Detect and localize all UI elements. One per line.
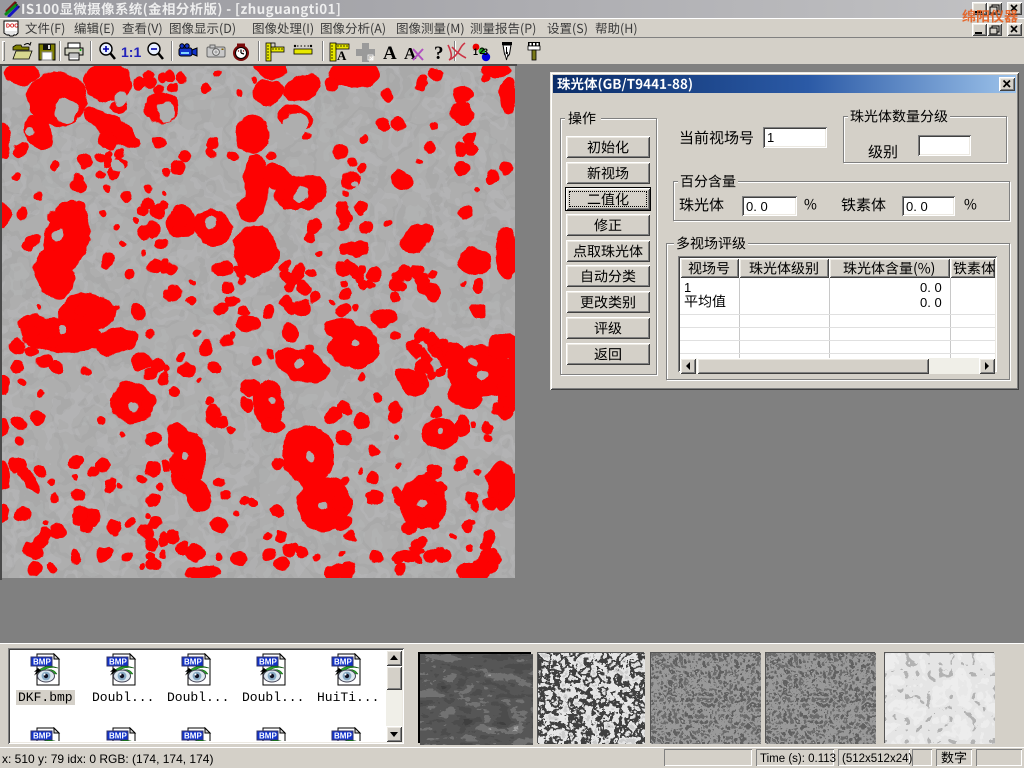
svg-text:BMP: BMP — [109, 658, 127, 667]
svg-text:BMP: BMP — [109, 732, 127, 741]
svg-text:1: 1 — [473, 47, 478, 57]
svg-text:BMP: BMP — [259, 658, 277, 667]
svg-text:BMP: BMP — [334, 732, 352, 741]
svg-text:BMP: BMP — [33, 732, 51, 741]
svg-text:A: A — [383, 43, 397, 63]
svg-text:BMP: BMP — [259, 732, 277, 741]
svg-text:BMP: BMP — [184, 732, 202, 741]
svg-text:A: A — [337, 48, 347, 63]
svg-text:3: 3 — [483, 47, 488, 57]
svg-text:A: A — [404, 44, 417, 63]
svg-text:DOC: DOC — [6, 24, 18, 30]
svg-text:BMP: BMP — [184, 658, 202, 667]
svg-text:BMP: BMP — [33, 658, 51, 667]
svg-text:1:1: 1:1 — [121, 44, 141, 60]
svg-text:BMP: BMP — [334, 658, 352, 667]
svg-text:?: ? — [434, 43, 444, 63]
